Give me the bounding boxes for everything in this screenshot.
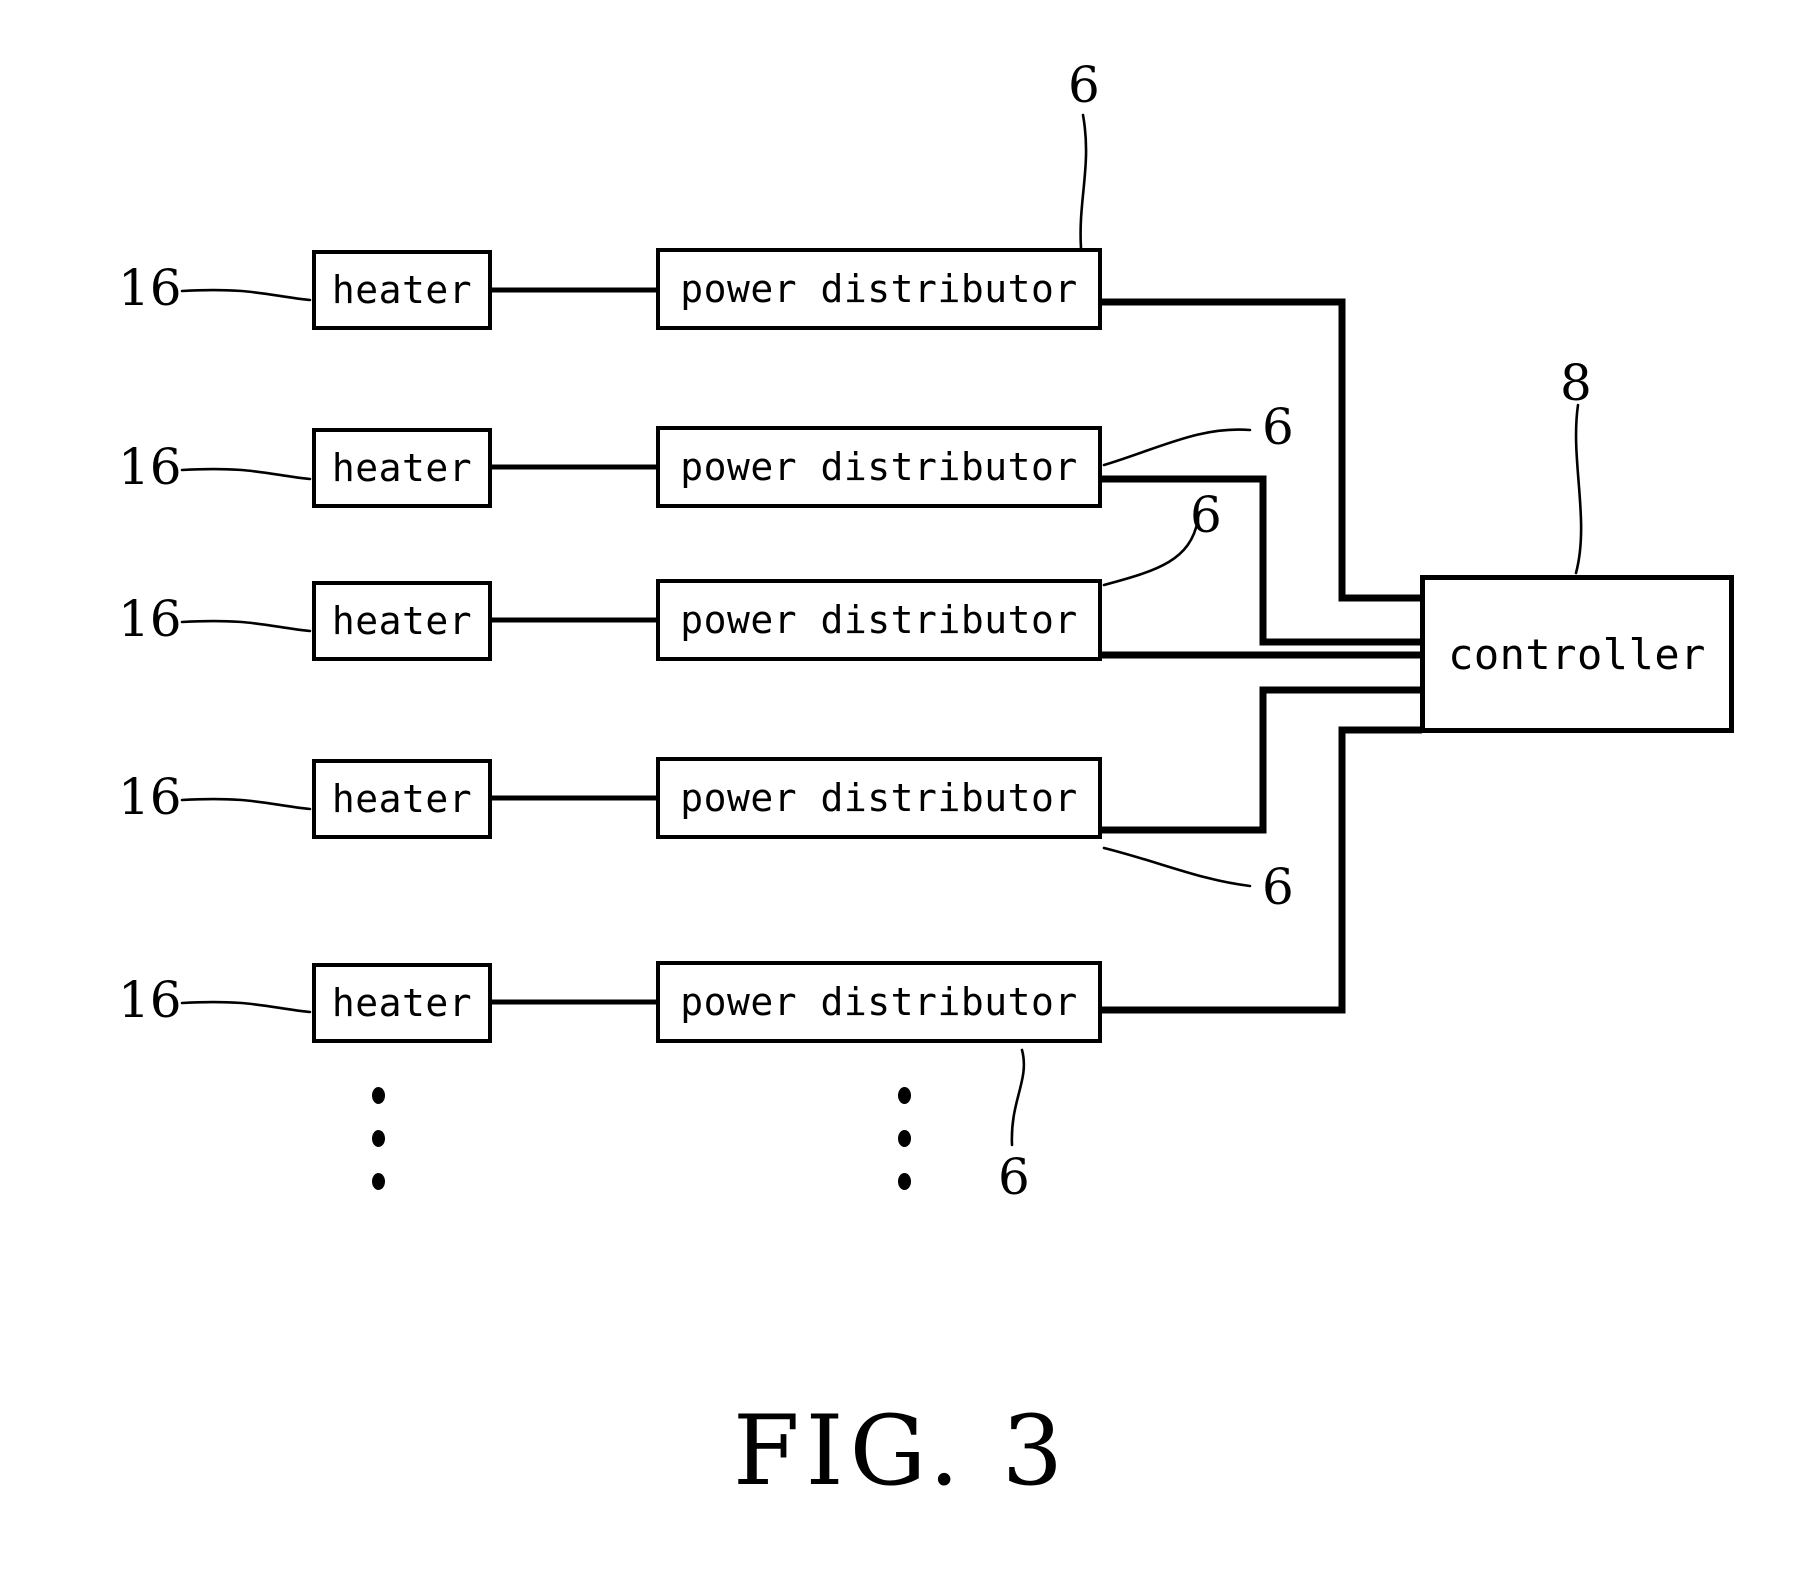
leader-6-row1 (1079, 113, 1088, 250)
leader-6-row3 (1102, 518, 1200, 587)
leader-6-row5 (1010, 1048, 1026, 1147)
power-distributor-box-row2[interactable]: power distributor (656, 426, 1102, 508)
leader-8-controller (1574, 403, 1583, 575)
ref-6-row4: 6 (1262, 858, 1294, 916)
heater-label: heater (331, 268, 473, 312)
ref-16-row2: 16 (118, 438, 182, 496)
leader-16-row5 (180, 1000, 312, 1014)
heater-box-row2[interactable]: heater (312, 428, 492, 508)
controller-box[interactable]: controller (1420, 575, 1734, 733)
heater-box-row1[interactable]: heater (312, 250, 492, 330)
ellipsis-dot-heater-3 (372, 1173, 385, 1190)
ref-8-controller: 8 (1560, 354, 1592, 412)
ellipsis-dot-pd-1 (898, 1087, 911, 1104)
ref-16-row5: 16 (118, 971, 182, 1029)
ellipsis-dot-pd-3 (898, 1173, 911, 1190)
heater-box-row3[interactable]: heater (312, 581, 492, 661)
ref-6-row2: 6 (1262, 398, 1294, 456)
power-distributor-label: power distributor (680, 267, 1078, 311)
power-distributor-box-row3[interactable]: power distributor (656, 579, 1102, 661)
ellipsis-dot-pd-2 (898, 1130, 911, 1147)
ref-6-row3: 6 (1190, 486, 1222, 544)
controller-label: controller (1448, 629, 1706, 679)
heater-box-row5[interactable]: heater (312, 963, 492, 1043)
power-distributor-label: power distributor (680, 598, 1078, 642)
heater-label: heater (331, 446, 473, 490)
ref-16-row4: 16 (118, 768, 182, 826)
ref-6-row5: 6 (998, 1148, 1030, 1206)
power-distributor-box-row4[interactable]: power distributor (656, 757, 1102, 839)
leader-16-row1 (180, 288, 312, 302)
leader-6-row2 (1102, 428, 1252, 467)
ellipsis-dot-heater-2 (372, 1130, 385, 1147)
heater-label: heater (331, 777, 473, 821)
leader-16-row3 (180, 619, 312, 633)
leader-16-row4 (180, 797, 312, 811)
figure-caption: FIG. 3 (733, 1395, 1069, 1507)
leader-6-row4 (1102, 846, 1252, 888)
power-distributor-label: power distributor (680, 980, 1078, 1024)
patent-figure-page: heater power distributor heater power di… (0, 0, 1802, 1580)
ref-16-row1: 16 (118, 259, 182, 317)
heater-label: heater (331, 981, 473, 1025)
ref-6-row1: 6 (1068, 56, 1100, 114)
heater-box-row4[interactable]: heater (312, 759, 492, 839)
power-distributor-label: power distributor (680, 445, 1078, 489)
power-distributor-box-row1[interactable]: power distributor (656, 248, 1102, 330)
power-distributor-label: power distributor (680, 776, 1078, 820)
bus-row4-to-controller (1102, 686, 1422, 834)
leader-16-row2 (180, 467, 312, 481)
ellipsis-dot-heater-1 (372, 1087, 385, 1104)
heater-label: heater (331, 599, 473, 643)
power-distributor-box-row5[interactable]: power distributor (656, 961, 1102, 1043)
ref-16-row3: 16 (118, 590, 182, 648)
bus-row2-to-controller (1102, 475, 1422, 646)
